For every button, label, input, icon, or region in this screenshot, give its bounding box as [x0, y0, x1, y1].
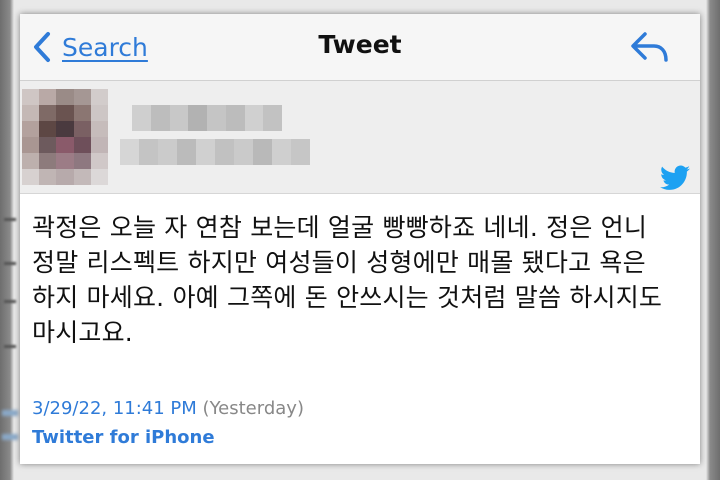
tweet-text: 곽정은 오늘 자 연참 보는데 얼굴 빵빵하죠 네네. 정은 언니 정말 리스펙… — [32, 213, 663, 347]
blurred-background-text — [4, 300, 16, 303]
username-censored — [120, 139, 310, 165]
twitter-bird-icon — [660, 165, 690, 190]
blurred-background-text — [4, 218, 16, 221]
tweet-timestamp[interactable]: 3/29/22, 11:41 PM — [32, 398, 197, 419]
avatar[interactable] — [22, 89, 108, 185]
display-name-censored — [132, 105, 282, 131]
navigation-bar: Search Tweet — [20, 14, 700, 81]
tweet-author-header[interactable] — [20, 81, 700, 194]
blurred-background-link — [2, 434, 18, 440]
reply-icon[interactable] — [630, 30, 670, 64]
tweet-metadata: 3/29/22, 11:41 PM (Yesterday) Twitter fo… — [32, 394, 304, 452]
page-title: Tweet — [318, 30, 402, 59]
blurred-background-link — [2, 410, 18, 416]
blurred-background-text — [4, 345, 16, 348]
tweet-source-link[interactable]: Twitter for iPhone — [32, 423, 304, 452]
tweet-card: Search Tweet 곽정은 오늘 자 연참 보는데 얼굴 빵빵하죠 네네.… — [20, 14, 700, 464]
relative-time: (Yesterday) — [202, 398, 304, 419]
blurred-background-text — [4, 262, 16, 265]
